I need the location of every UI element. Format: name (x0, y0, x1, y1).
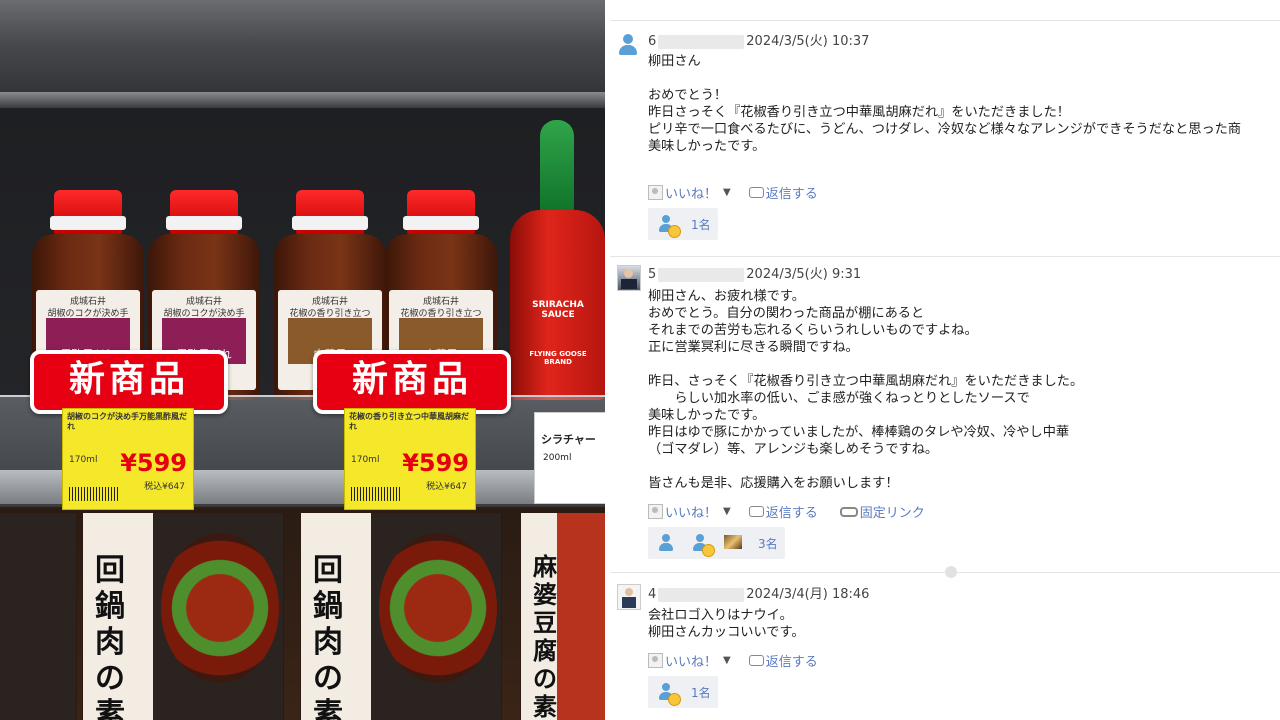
chevron-down-icon[interactable]: ▼ (723, 506, 731, 517)
likes-count[interactable]: 3名 (758, 535, 778, 552)
liker-avatar-icon[interactable] (658, 534, 674, 552)
likers-box[interactable]: 3名 (648, 527, 785, 559)
box-title: 回鍋肉の素 (313, 553, 343, 720)
reply-icon[interactable] (748, 506, 764, 517)
smile-reaction-icon (668, 225, 681, 238)
comment-header: 6 2024/3/5(火) 10:37 (648, 30, 869, 49)
new-product-badge: 新商品 (313, 350, 511, 414)
price-tag-volume: 200ml (543, 453, 572, 463)
product-box-hoikoro-1: 回鍋肉の素 (82, 512, 284, 720)
reply-button[interactable]: 返信する (766, 506, 818, 521)
sriracha-name: SRIRACHA SAUCE (532, 300, 584, 320)
likers-box[interactable]: 1名 (648, 208, 718, 240)
like-icon[interactable] (648, 504, 663, 519)
reply-icon[interactable] (748, 187, 764, 198)
user-avatar[interactable] (617, 584, 641, 610)
price-tag-volume: 170ml (69, 455, 98, 465)
price-tag-tax: 税込¥647 (426, 482, 467, 492)
chevron-down-icon[interactable]: ▼ (723, 655, 731, 666)
upper-shelf (0, 0, 605, 108)
sriracha-sub: FLYING GOOSE BRAND (529, 350, 587, 366)
reply-button[interactable]: 返信する (766, 655, 818, 670)
barcode (351, 487, 401, 501)
comment-panel: 6 2024/3/5(火) 10:37 柳田さん おめでとう！ 昨日さっそく『花椒… (605, 0, 1280, 720)
divider (610, 20, 1280, 21)
smile-reaction-icon (668, 693, 681, 706)
smile-reaction-icon (702, 544, 715, 557)
likers-box[interactable]: 1名 (648, 676, 718, 708)
like-button[interactable]: いいね！ (665, 655, 717, 670)
permalink-button[interactable]: 固定リンク (860, 506, 925, 521)
new-product-badge: 新商品 (30, 350, 228, 414)
redacted-author (658, 587, 745, 602)
comment-actions: いいね！ ▼ 返信する (648, 183, 818, 202)
product-photo: 成城石井 胡椒のコクが決め手 黒酢風だれ 成城石井 胡椒のコクが決め手 黒酢風だ… (0, 0, 605, 720)
comment-actions: いいね！ ▼ 返信する 固定リンク (648, 502, 925, 521)
price-tag-name: 胡椒のコクが決め手万能黒酢風だれ (67, 412, 187, 431)
product-box-mapo: 麻婆豆腐の素 (520, 512, 605, 720)
comment-date: 2024/3/5(火) 10:37 (746, 34, 870, 49)
product-box-left-edge (0, 512, 77, 720)
box-title: 麻婆豆腐の素 (533, 552, 557, 720)
like-icon[interactable] (648, 653, 663, 668)
comment-body: 柳田さん、お疲れ様です。 おめでとう。自分の関わった商品が棚にあると それまでの… (648, 289, 1084, 491)
price-tag-volume: 170ml (351, 455, 380, 465)
price-tag-name: シラチャー (541, 433, 596, 446)
price-tag-sriracha: シラチャー 200ml (534, 412, 605, 504)
comment-number: 4 (648, 587, 657, 602)
comment-date: 2024/3/5(火) 9:31 (746, 267, 862, 282)
divider (610, 256, 1280, 257)
chevron-down-icon[interactable]: ▼ (723, 187, 731, 198)
box-title: 回鍋肉の素 (95, 553, 125, 720)
user-avatar[interactable] (617, 265, 641, 291)
comment-number: 5 (648, 267, 657, 282)
sriracha-bottle: SRIRACHA SAUCE FLYING GOOSE BRAND (510, 120, 605, 400)
comment-actions: いいね！ ▼ 返信する (648, 651, 818, 670)
like-button[interactable]: いいね！ (665, 506, 717, 521)
comment-body: 柳田さん おめでとう！ 昨日さっそく『花椒香り引き立つ中華風胡麻だれ』をいただき… (648, 54, 1242, 154)
price-tag-price: ¥599 (402, 449, 469, 477)
reply-icon[interactable] (748, 655, 764, 666)
product-box-hoikoro-2: 回鍋肉の素 (300, 512, 502, 720)
price-tag-tax: 税込¥647 (144, 482, 185, 492)
comment-date: 2024/3/4(月) 18:46 (746, 587, 870, 602)
comment-body: 会社ロゴ入りはナウイ。 柳田さんカッコいいです。 (648, 608, 805, 640)
comment-number: 6 (648, 34, 657, 49)
likes-count[interactable]: 1名 (691, 216, 711, 233)
like-icon[interactable] (648, 185, 663, 200)
link-icon[interactable] (839, 506, 858, 517)
scroll-dot (945, 566, 957, 578)
liker-photo-thumbnail[interactable] (724, 535, 742, 549)
price-tag-price: ¥599 (120, 449, 187, 477)
user-avatar-icon[interactable] (617, 32, 639, 56)
price-tag-black-vinegar: 胡椒のコクが決め手万能黒酢風だれ 170ml ¥599 税込¥647 (62, 408, 194, 510)
likes-count[interactable]: 1名 (691, 684, 711, 701)
price-tag-sesame: 花椒の香り引き立つ中華風胡麻だれ 170ml ¥599 税込¥647 (344, 408, 476, 510)
price-tag-name: 花椒の香り引き立つ中華風胡麻だれ (349, 412, 469, 431)
barcode (69, 487, 119, 501)
like-button[interactable]: いいね！ (665, 187, 717, 202)
reply-button[interactable]: 返信する (766, 187, 818, 202)
redacted-author (658, 34, 745, 49)
redacted-author (658, 267, 745, 282)
comment-header: 5 2024/3/5(火) 9:31 (648, 263, 861, 282)
comment-header: 4 2024/3/4(月) 18:46 (648, 583, 869, 602)
